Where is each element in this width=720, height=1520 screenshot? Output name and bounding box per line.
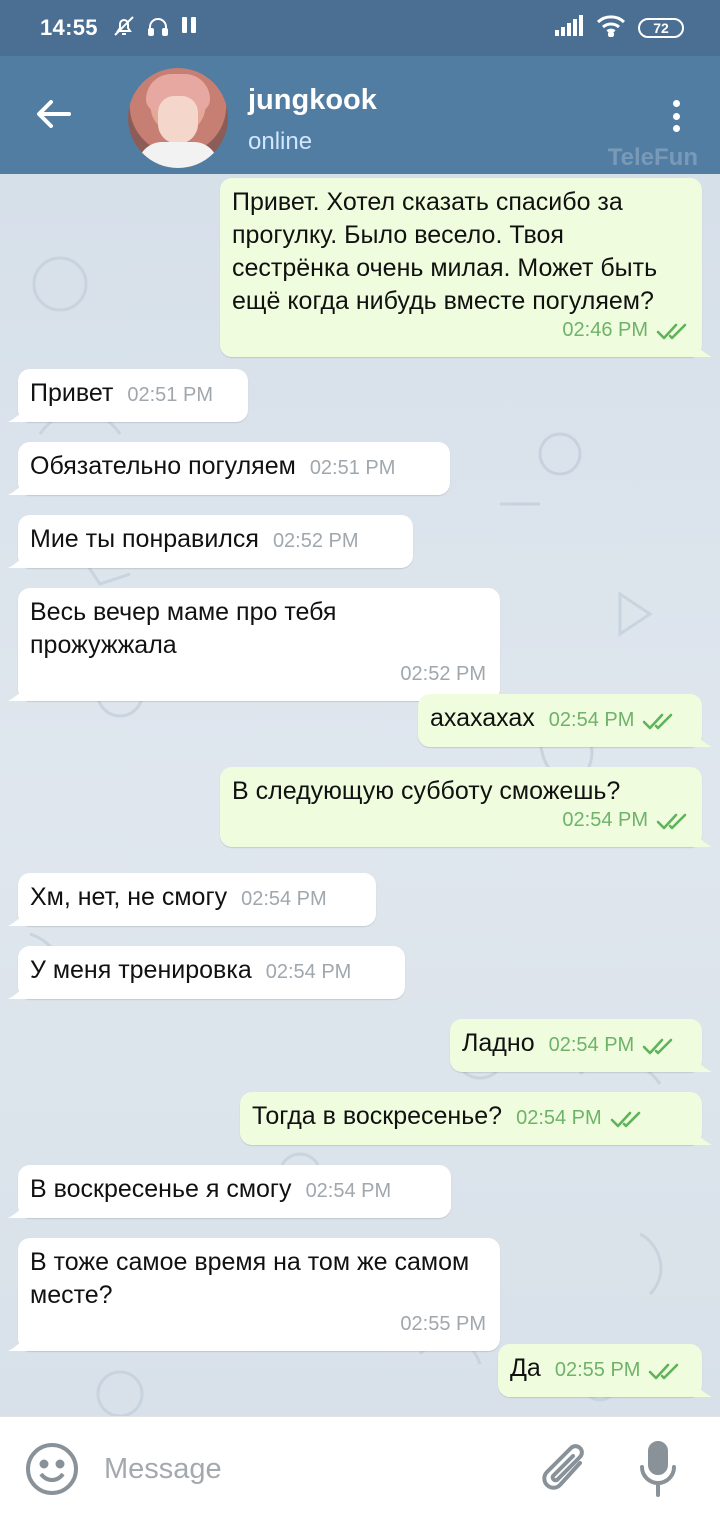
message-time: 02:54 PM	[516, 1107, 602, 1129]
bubble-tail	[8, 1333, 28, 1351]
signal-icon	[554, 14, 584, 42]
outgoing-message[interactable]: В следующую субботу сможешь? 02:54 PM	[220, 767, 712, 847]
watermark: TeleFun	[607, 144, 698, 171]
back-arrow-icon	[37, 100, 71, 128]
more-options-button[interactable]	[660, 96, 692, 136]
bubble-tail	[692, 729, 712, 747]
mute-bell-icon	[112, 14, 136, 43]
outgoing-message[interactable]: ахахахах 02:54 PM	[418, 694, 712, 747]
message-text: Мие ты понравился	[30, 525, 259, 553]
bubble-tail	[692, 1379, 712, 1397]
incoming-message[interactable]: Хм, нет, не смогу 02:54 PM	[8, 873, 376, 926]
battery-indicator: 72	[638, 18, 684, 38]
double-check-icon	[642, 711, 674, 731]
chat-header: jungkook online TeleFun	[0, 56, 720, 174]
message-text: В тоже самое время на том же самом месте…	[30, 1248, 470, 1309]
bubble-tail	[8, 404, 28, 422]
message-text: ахахахах	[430, 704, 535, 732]
bubble-tail	[8, 981, 28, 999]
double-check-icon	[656, 811, 688, 831]
message-text: Привет. Хотел сказать спасибо за прогулк…	[232, 188, 658, 315]
message-text: Хм, нет, не смогу	[30, 883, 228, 911]
message-time: 02:54 PM	[548, 709, 635, 731]
message-text: Привет	[30, 379, 114, 407]
double-check-icon	[656, 321, 688, 341]
bubble-tail	[8, 908, 28, 926]
bubble-tail	[8, 1200, 28, 1218]
mic-icon	[640, 1441, 676, 1497]
bubble-tail	[692, 1054, 712, 1072]
message-text: У меня тренировка	[30, 956, 252, 984]
message-text: Весь вечер маме про тебя прожужжала	[30, 598, 337, 659]
emoji-icon	[26, 1443, 78, 1495]
attach-button[interactable]	[538, 1439, 594, 1499]
incoming-message[interactable]: У меня тренировка 02:54 PM	[8, 946, 405, 999]
double-check-icon	[642, 1036, 674, 1056]
message-time: 02:54 PM	[305, 1180, 392, 1202]
incoming-message[interactable]: Привет 02:51 PM	[8, 369, 248, 422]
incoming-message[interactable]: Весь вечер маме про тебя прожужжала 02:52…	[8, 588, 500, 701]
message-text: В воскресенье я смогу	[30, 1175, 292, 1203]
incoming-message[interactable]: Обязательно погуляем 02:51 PM	[8, 442, 450, 495]
outgoing-message[interactable]: Да 02:55 PM	[498, 1344, 712, 1397]
message-composer	[0, 1416, 720, 1520]
outgoing-message[interactable]: Ладно 02:54 PM	[450, 1019, 712, 1072]
incoming-message[interactable]: Мие ты понравился 02:52 PM	[8, 515, 413, 568]
headphones-icon	[146, 14, 170, 43]
message-text: В следующую субботу сможешь?	[232, 777, 621, 805]
incoming-message[interactable]: В тоже самое время на том же самом месте…	[8, 1238, 500, 1351]
message-time: 02:54 PM	[265, 961, 352, 983]
status-time: 14:55	[40, 15, 98, 40]
message-time: 02:51 PM	[309, 457, 396, 479]
attach-icon	[542, 1444, 584, 1490]
back-button[interactable]	[30, 94, 78, 134]
message-time: 02:54 PM	[562, 809, 648, 831]
bubble-tail	[692, 339, 712, 357]
double-check-icon	[648, 1361, 680, 1381]
status-bar: 14:55 72	[0, 0, 720, 56]
bubble-tail	[8, 683, 28, 701]
message-text: Тогда в воскресенье?	[252, 1102, 503, 1130]
message-time: 02:51 PM	[127, 384, 213, 406]
outgoing-message[interactable]: Тогда в воскресенье? 02:54 PM	[240, 1092, 712, 1145]
pause-icon	[180, 15, 200, 42]
outgoing-message[interactable]: Привет. Хотел сказать спасибо за прогулк…	[220, 178, 712, 357]
emoji-button[interactable]	[24, 1441, 80, 1497]
bubble-tail	[8, 550, 28, 568]
message-text: Обязательно погуляем	[30, 452, 296, 480]
message-time: 02:55 PM	[554, 1359, 641, 1381]
message-time: 02:55 PM	[400, 1313, 486, 1335]
double-check-icon	[610, 1109, 642, 1129]
message-time: 02:52 PM	[272, 530, 359, 552]
contact-name[interactable]: jungkook	[248, 84, 377, 117]
incoming-message[interactable]: В воскресенье я смогу 02:54 PM	[8, 1165, 451, 1218]
avatar[interactable]	[128, 68, 228, 168]
message-time: 02:54 PM	[241, 888, 327, 910]
message-time: 02:54 PM	[548, 1034, 635, 1056]
bubble-tail	[692, 829, 712, 847]
wifi-icon	[596, 14, 626, 42]
message-time: 02:52 PM	[400, 663, 486, 685]
bubble-tail	[8, 477, 28, 495]
mic-button[interactable]	[636, 1439, 680, 1499]
message-text: Да	[510, 1354, 541, 1382]
message-input[interactable]	[104, 1443, 504, 1495]
message-list[interactable]: Привет. Хотел сказать спасибо за прогулк…	[0, 174, 720, 1416]
message-time: 02:46 PM	[562, 319, 648, 341]
message-text: Ладно	[462, 1029, 535, 1057]
contact-status: online	[248, 128, 313, 155]
more-vert-icon	[672, 100, 680, 107]
bubble-tail	[692, 1127, 712, 1145]
